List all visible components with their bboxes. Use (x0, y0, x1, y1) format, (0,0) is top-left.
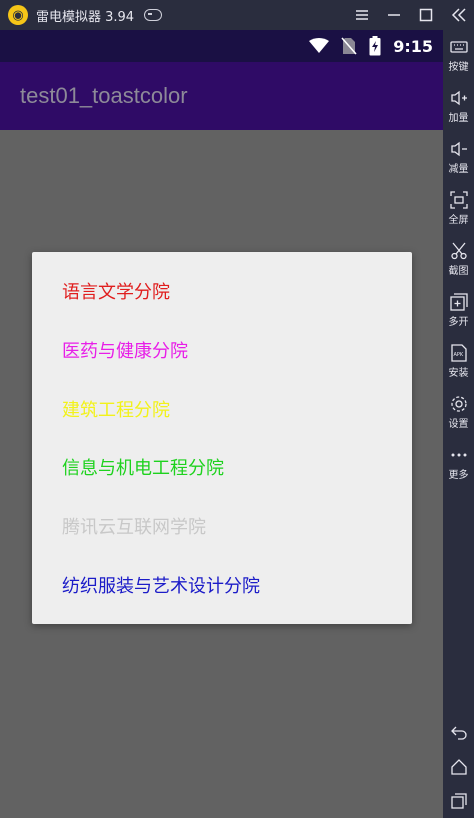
scissors-icon (450, 242, 467, 260)
maximize-button[interactable] (410, 0, 442, 30)
minimize-icon (388, 14, 400, 16)
dialog-item-label: 腾讯云互联网学院 (62, 517, 206, 539)
gear-icon (450, 396, 467, 412)
minimize-button[interactable] (378, 0, 410, 30)
dialog-item-label: 建筑工程分院 (62, 399, 170, 421)
keyboard-icon (449, 41, 468, 53)
home-icon (450, 759, 467, 775)
sidebar-fullscreen-button[interactable]: 全屏 (443, 183, 474, 234)
app-bar: test01_toastcolor (0, 62, 443, 130)
svg-text:APK: APK (453, 352, 463, 358)
sidebar-settings-button[interactable]: 设置 (443, 387, 474, 438)
sidebar-label: 减量 (448, 164, 469, 175)
dialog-item-tencent-cloud[interactable]: 腾讯云互联网学院 (32, 497, 412, 556)
dialog-item-it-engineering[interactable]: 信息与机电工程分院 (32, 438, 412, 497)
emulator-title: 雷电模拟器 3.94 (36, 9, 135, 25)
maximize-icon (419, 8, 433, 22)
dialog-item-language[interactable]: 语言文学分院 (32, 262, 412, 321)
gamepad-icon[interactable] (144, 9, 163, 21)
sidebar-install-apk-button[interactable]: APK 安装 (443, 336, 474, 387)
sidebar-keyboard-button[interactable]: 按键 (443, 30, 474, 81)
hamburger-icon (356, 10, 368, 20)
recents-button[interactable] (443, 784, 474, 818)
double-chevron-left-icon (451, 8, 466, 22)
wifi-icon (309, 38, 330, 54)
sidebar-volume-up-button[interactable]: 加量 (443, 81, 474, 132)
sidebar-label: 按键 (448, 62, 469, 73)
back-icon (450, 726, 467, 740)
emulator-sidebar: 按键 加量 减量 全屏 截图 多开 APK 安装 设置 更多 (443, 0, 474, 818)
volume-down-icon (450, 141, 467, 157)
sidebar-multi-instance-button[interactable]: 多开 (443, 285, 474, 336)
dialog-item-label: 信息与机电工程分院 (62, 458, 224, 480)
apk-install-icon: APK (450, 344, 467, 362)
dialog-item-architecture[interactable]: 建筑工程分院 (32, 379, 412, 438)
battery-charging-icon (369, 36, 381, 56)
sidebar-label: 设置 (448, 419, 469, 430)
sidebar-label: 安装 (448, 368, 469, 379)
recents-icon (450, 793, 467, 809)
home-button[interactable] (443, 750, 474, 784)
dialog-item-label: 医药与健康分院 (62, 341, 188, 363)
dialog-item-label: 纺织服装与艺术设计分院 (62, 575, 260, 597)
sidebar-label: 全屏 (448, 215, 469, 226)
sidebar-nav-buttons (443, 716, 474, 818)
emulator-titlebar: ◉ 雷电模拟器 3.94 (0, 0, 474, 30)
emulator-logo-icon: ◉ (8, 5, 28, 25)
sidebar-label: 截图 (448, 266, 469, 277)
app-title: test01_toastcolor (20, 83, 188, 108)
college-list-dialog: 语言文学分院 医药与健康分院 建筑工程分院 信息与机电工程分院 腾讯云互联网学院… (32, 252, 412, 624)
sidebar-label: 多开 (448, 317, 469, 328)
sidebar-more-button[interactable]: 更多 (443, 438, 474, 489)
multi-instance-icon (449, 293, 468, 311)
back-button[interactable] (443, 716, 474, 750)
dialog-item-medicine[interactable]: 医药与健康分院 (32, 321, 412, 380)
sidebar-volume-down-button[interactable]: 减量 (443, 132, 474, 183)
sidebar-label: 加量 (448, 113, 469, 124)
status-bar: 9:15 (0, 30, 443, 62)
status-time: 9:15 (393, 36, 433, 56)
collapse-sidebar-button[interactable] (443, 0, 474, 30)
sidebar-label: 更多 (448, 470, 469, 481)
android-screen: 9:15 test01_toastcolor 语言文学分院 医药与健康分院 建筑… (0, 30, 443, 818)
fullscreen-icon (449, 191, 468, 209)
dialog-item-textile-design[interactable]: 纺织服装与艺术设计分院 (32, 555, 412, 614)
more-icon (451, 453, 466, 457)
sidebar-screenshot-button[interactable]: 截图 (443, 234, 474, 285)
no-sim-icon (341, 37, 357, 55)
volume-up-icon (450, 90, 467, 106)
dialog-item-label: 语言文学分院 (62, 282, 170, 304)
menu-button[interactable] (346, 0, 378, 30)
